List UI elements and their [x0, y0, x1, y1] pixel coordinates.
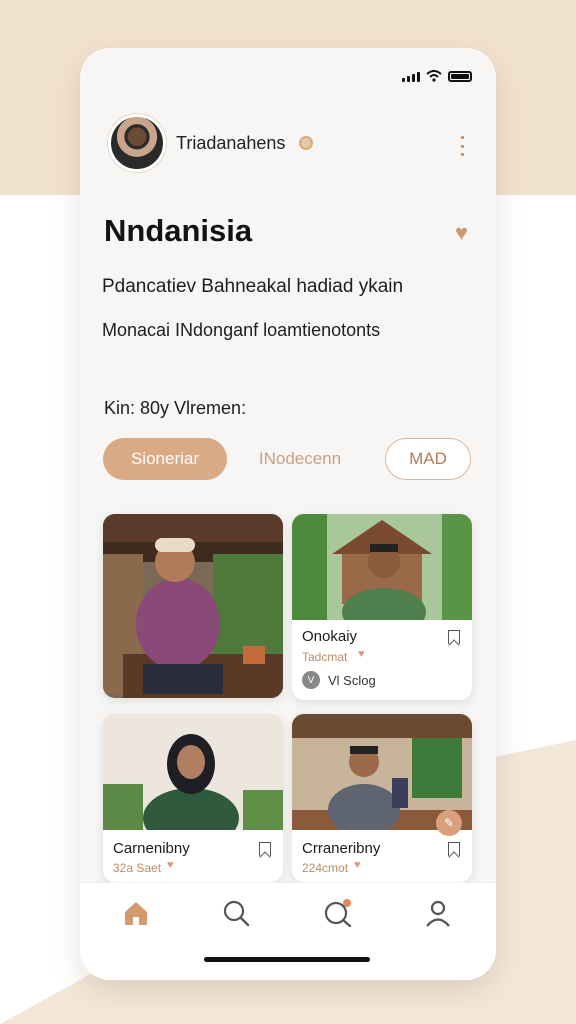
- filter-chip-2[interactable]: INodecenn: [245, 438, 355, 480]
- card-name: Onokaiy: [302, 628, 358, 645]
- card-subtitle: 32a Saet: [113, 861, 162, 875]
- battery-icon: [448, 71, 472, 82]
- favorite-heart-icon[interactable]: ♥: [455, 220, 468, 246]
- photo-man-hat-veranda: [103, 514, 283, 698]
- heart-icon: ♥: [354, 859, 361, 871]
- status-bar: [402, 70, 472, 82]
- bookmark-icon[interactable]: [259, 842, 271, 856]
- home-indicator: [204, 957, 370, 962]
- photo-card-4[interactable]: Crraneribny 224cmot ♥ ✎: [292, 714, 472, 882]
- profile-icon: [426, 900, 450, 927]
- nav-explore[interactable]: [322, 897, 354, 929]
- more-options-button[interactable]: [458, 136, 466, 156]
- wifi-icon: [426, 70, 442, 82]
- heart-icon: ♥: [358, 648, 365, 660]
- page-title: Nndanisia: [104, 213, 253, 248]
- card-subtitle: 224cmot: [302, 861, 349, 875]
- home-icon: [125, 902, 147, 925]
- card-subtitle: Tadcmat: [302, 650, 348, 664]
- photo-card-1[interactable]: [103, 514, 283, 698]
- photo-man-green-shirt: [292, 514, 472, 620]
- bookmark-icon[interactable]: [448, 630, 460, 644]
- explore-icon: [324, 899, 352, 928]
- profile-header[interactable]: Triadanahens: [108, 114, 314, 172]
- verified-badge-icon: [299, 136, 314, 150]
- photo-woman-hijab: [103, 714, 283, 830]
- section-label: Kin: 80y Vlremen:: [104, 398, 247, 418]
- visibility-label: Vl Sclog: [328, 673, 376, 688]
- phone-frame: Triadanahens Nndanisia ♥ Pdancatiev Bahn…: [80, 48, 496, 980]
- nav-profile[interactable]: [422, 897, 454, 929]
- filter-chip-3[interactable]: MAD: [385, 438, 471, 480]
- signal-icon: [402, 72, 420, 82]
- photo-card-3[interactable]: Carnenibny 32a Saet ♥: [103, 714, 283, 882]
- username: Triadanahens: [176, 132, 286, 153]
- description-line-1: Pdancatiev Bahneakal hadiad ykain: [102, 276, 404, 297]
- card-name: Carnenibny: [113, 840, 190, 857]
- card-name: Crraneribny: [302, 840, 381, 857]
- bottom-navigation: [80, 882, 496, 980]
- nav-home[interactable]: [120, 897, 152, 929]
- description-line-2: Monacai INdonganf loamtienotonts: [102, 320, 381, 340]
- heart-icon: ♥: [167, 859, 174, 871]
- search-icon: [223, 900, 250, 927]
- nav-search[interactable]: [220, 897, 252, 929]
- bookmark-icon[interactable]: [448, 842, 460, 856]
- photo-card-2[interactable]: Onokaiy Tadcmat ♥ V Vl Sclog: [292, 514, 472, 700]
- avatar[interactable]: [108, 114, 166, 172]
- filter-chip-1[interactable]: Sioneriar: [103, 438, 227, 480]
- chat-fab-button[interactable]: ✎: [436, 810, 462, 836]
- visibility-icon: V: [302, 671, 320, 689]
